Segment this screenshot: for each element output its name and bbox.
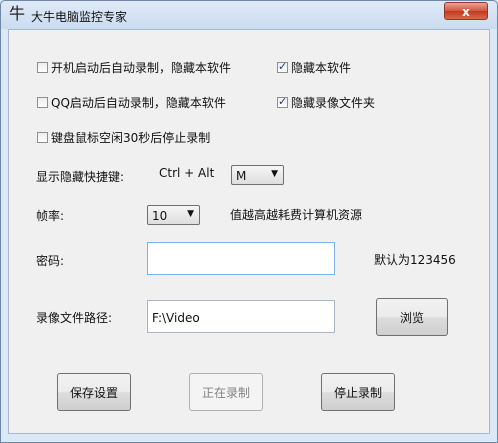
framerate-label: 帧率:: [36, 209, 65, 223]
close-button[interactable]: x: [444, 2, 488, 20]
framerate-select[interactable]: 10 ▼: [147, 205, 200, 225]
path-input[interactable]: F:\Video: [147, 300, 335, 333]
checkbox-label: 键盘鼠标空闲30秒后停止录制: [51, 131, 211, 145]
autostart-qq-option[interactable]: QQ启动后自动录制，隐藏本软件: [37, 94, 226, 111]
checkbox-label: 隐藏本软件: [291, 61, 352, 75]
path-value: F:\Video: [152, 311, 200, 325]
browse-button[interactable]: 浏览: [376, 298, 448, 336]
idle-stop-option[interactable]: 键盘鼠标空闲30秒后停止录制: [37, 129, 210, 146]
recording-button[interactable]: 正在录制: [189, 373, 263, 411]
checkbox-label: 开机启动后自动录制，隐藏本软件: [51, 61, 232, 75]
chevron-down-icon: ▼: [187, 209, 194, 219]
checkbox-label: 隐藏录像文件夹: [291, 96, 376, 110]
chevron-down-icon: ▼: [271, 169, 278, 179]
checkbox-hide-folder[interactable]: [277, 95, 288, 108]
hide-software-option[interactable]: 隐藏本软件: [277, 59, 351, 76]
checkbox-hide-software[interactable]: [277, 60, 288, 73]
title-bar[interactable]: 牛 大牛电脑监控专家 x: [1, 1, 497, 29]
checkbox-autostart-qq[interactable]: [37, 97, 48, 108]
hotkey-key-select[interactable]: M ▼: [231, 165, 284, 185]
password-default-hint: 默认为123456: [374, 253, 456, 267]
hotkey-key-value: M: [236, 169, 247, 183]
checkbox-label: QQ启动后自动录制，隐藏本软件: [51, 96, 226, 110]
autostart-boot-option[interactable]: 开机启动后自动录制，隐藏本软件: [37, 59, 231, 76]
checkbox-autostart-boot[interactable]: [37, 62, 48, 73]
framerate-hint: 值越高越耗费计算机资源: [230, 208, 363, 222]
password-label: 密码:: [36, 254, 65, 268]
checkbox-idle-stop[interactable]: [37, 132, 48, 143]
framerate-value: 10: [152, 209, 168, 223]
window-title: 大牛电脑监控专家: [31, 10, 128, 24]
hotkey-label: 显示隐藏快捷键:: [36, 170, 125, 184]
save-settings-button[interactable]: 保存设置: [57, 373, 131, 411]
path-label: 录像文件路径:: [36, 311, 113, 325]
stop-recording-button[interactable]: 停止录制: [321, 373, 395, 411]
app-window: 牛 大牛电脑监控专家 x 开机启动后自动录制，隐藏本软件 隐藏本软件 QQ启动后…: [0, 0, 498, 443]
settings-panel: 开机启动后自动录制，隐藏本软件 隐藏本软件 QQ启动后自动录制，隐藏本软件 隐藏…: [8, 29, 490, 434]
hotkey-modifiers: Ctrl + Alt: [159, 166, 215, 180]
niu-logo-icon: 牛: [9, 4, 26, 23]
hide-folder-option[interactable]: 隐藏录像文件夹: [277, 94, 375, 111]
password-input[interactable]: [147, 242, 335, 275]
